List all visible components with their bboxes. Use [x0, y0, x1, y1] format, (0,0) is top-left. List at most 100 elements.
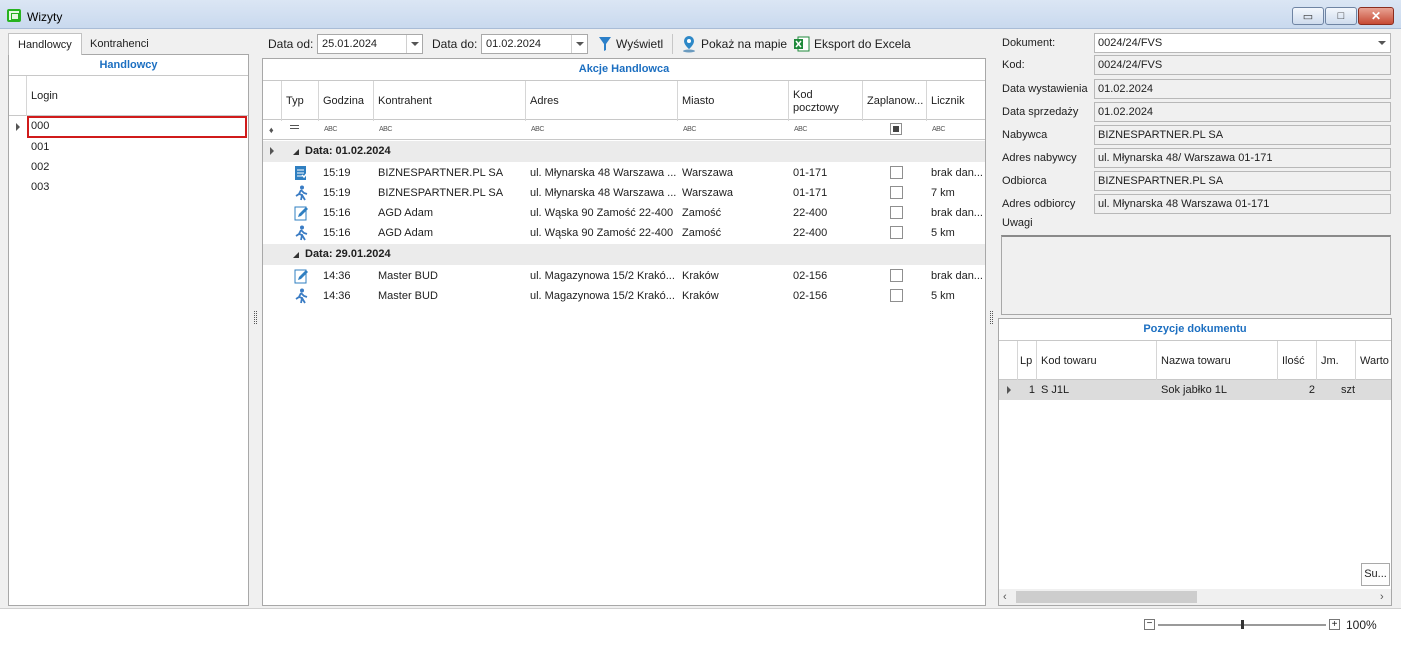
column-header-zaplanowana[interactable]: Zaplanow... [863, 81, 927, 121]
column-header-wartosc[interactable]: Warto [1356, 341, 1391, 381]
column-header-licznik[interactable]: Licznik [927, 81, 985, 121]
column-header-ilosc[interactable]: Ilość [1278, 341, 1317, 381]
chevron-down-icon[interactable] [406, 35, 422, 53]
checkbox-filter[interactable] [890, 123, 902, 135]
table-row[interactable]: 14:36 Master BUD ul. Magazynowa 15/2 Krakó… [263, 266, 985, 286]
cell-lp: 1 [1028, 384, 1035, 396]
planned-checkbox[interactable] [890, 226, 903, 239]
left-splitter[interactable] [254, 311, 257, 324]
close-button[interactable]: ✕ [1358, 7, 1394, 25]
row-indicator-column [999, 341, 1018, 381]
zoom-in-button[interactable]: + [1329, 619, 1340, 630]
field-label: Nabywca [1002, 129, 1048, 141]
date-to-field[interactable]: 01.02.2024 [481, 34, 588, 54]
field-value: ul. Młynarska 48 Warszawa 01-171 [1098, 198, 1270, 210]
column-header-typ[interactable]: Typ [282, 81, 319, 121]
current-row-icon [1007, 386, 1011, 394]
maximize-button[interactable]: □ [1325, 7, 1357, 25]
group-row[interactable]: Data: 29.01.2024 [263, 244, 985, 265]
selected-cell[interactable] [27, 116, 247, 138]
column-header-kod-pocztowy[interactable]: Kod pocztowy [789, 81, 863, 121]
zoom-slider-thumb[interactable] [1241, 620, 1244, 629]
text-filter-icon[interactable]: ABC [683, 126, 696, 133]
column-header-kod-towaru[interactable]: Kod towaru [1037, 341, 1157, 381]
table-row[interactable]: 14:36 Master BUD ul. Magazynowa 15/2 Krakó… [263, 286, 985, 306]
field-value: BIZNESPARTNER.PL SA [1098, 175, 1224, 187]
cell-ilosc: 2 [1308, 384, 1315, 396]
cell-kontrahent: AGD Adam [378, 227, 434, 239]
column-header-godzina[interactable]: Godzina [319, 81, 374, 121]
list-item[interactable]: 000 [9, 116, 248, 138]
planned-checkbox[interactable] [890, 289, 903, 302]
planned-checkbox[interactable] [890, 186, 903, 199]
text-filter-icon[interactable]: ABC [379, 126, 392, 133]
cell-licznik: 7 km [931, 187, 955, 199]
collapse-icon[interactable] [293, 149, 299, 155]
list-item[interactable]: 001 [9, 137, 248, 157]
login-value: 000 [31, 120, 50, 132]
chevron-down-icon[interactable] [1374, 34, 1390, 52]
cell-miasto: Kraków [682, 270, 719, 282]
date-from-field[interactable]: 25.01.2024 [317, 34, 423, 54]
readonly-field: ul. Młynarska 48/ Warszawa 01-171 [1094, 148, 1391, 168]
table-row[interactable]: 15:16 AGD Adam ul. Wąska 90 Zamość 22-400 Z… [263, 203, 985, 223]
column-header-login[interactable]: Login [31, 90, 58, 102]
minimize-button[interactable]: ▭ [1292, 7, 1324, 25]
column-header-kontrahent[interactable]: Kontrahent [374, 81, 526, 121]
table-row[interactable]: 15:19 BIZNESPARTNER.PL SA ul. Młynarska 48… [263, 183, 985, 203]
planned-checkbox[interactable] [890, 166, 903, 179]
scroll-right-icon[interactable]: › [1380, 591, 1384, 603]
edit-document-icon [294, 205, 308, 224]
zoom-out-button[interactable]: − [1144, 619, 1155, 630]
planned-checkbox[interactable] [890, 269, 903, 282]
show-on-map-button[interactable]: Pokaż na mapie [681, 35, 787, 53]
edit-document-icon [294, 268, 308, 287]
show-button[interactable]: Wyświetl [598, 35, 663, 53]
filter-row[interactable]: ♦ ABC ABC ABC ABC ABC ABC [263, 120, 985, 140]
document-select[interactable]: 0024/24/FVS [1094, 33, 1391, 53]
date-from-value: 25.01.2024 [322, 38, 378, 50]
tab-handlowcy[interactable]: Handlowcy [8, 33, 82, 55]
horizontal-scrollbar[interactable]: ‹ › [999, 589, 1391, 605]
zoom-slider[interactable] [1158, 620, 1326, 629]
text-filter-icon[interactable]: ABC [794, 126, 807, 133]
filter-icon [599, 37, 611, 51]
column-label: Jm. [1321, 355, 1339, 367]
list-item[interactable]: 002 [9, 157, 248, 177]
expand-icon[interactable] [270, 147, 274, 155]
collapse-icon[interactable] [293, 252, 299, 258]
scroll-left-icon[interactable]: ‹ [1003, 591, 1007, 603]
field-label: Data sprzedaży [1002, 106, 1079, 118]
cell-kod-pocztowy: 22-400 [793, 207, 828, 219]
group-row[interactable]: Data: 01.02.2024 [263, 141, 985, 162]
column-header-lp[interactable]: Lp [1018, 341, 1037, 381]
list-item[interactable]: 003 [9, 177, 248, 197]
column-header-adres[interactable]: Adres [526, 81, 678, 121]
column-header-nazwa-towaru[interactable]: Nazwa towaru [1157, 341, 1278, 381]
status-bar: − + 100% [0, 608, 1401, 645]
column-header-jm[interactable]: Jm. [1317, 341, 1356, 381]
readonly-field: 01.02.2024 [1094, 102, 1391, 122]
text-filter-icon[interactable]: ABC [932, 126, 945, 133]
notes-field[interactable] [1001, 235, 1391, 315]
table-row[interactable]: 15:16 AGD Adam ul. Wąska 90 Zamość 22-400 Z… [263, 223, 985, 243]
column-header-miasto[interactable]: Miasto [678, 81, 789, 121]
text-filter-icon[interactable]: ABC [324, 126, 337, 133]
field-label: Odbiorca [1002, 175, 1047, 187]
field-label: Adres odbiorcy [1002, 198, 1076, 210]
field-value: 01.02.2024 [1098, 83, 1154, 95]
table-row[interactable]: 15:19 BIZNESPARTNER.PL SA ul. Młynarska 48… [263, 163, 985, 183]
sum-button[interactable]: Su... [1361, 563, 1390, 586]
right-splitter[interactable] [990, 311, 993, 324]
scrollbar-thumb[interactable] [1016, 591, 1197, 603]
tab-kontrahenci[interactable]: Kontrahenci [81, 33, 158, 54]
table-row[interactable]: 1 S J1L Sok jabłko 1L 2 szt [999, 380, 1391, 400]
column-label: Kontrahent [378, 95, 432, 107]
planned-checkbox[interactable] [890, 206, 903, 219]
text-filter-icon[interactable]: ABC [531, 126, 544, 133]
date-from-label: Data od: [268, 37, 314, 51]
export-excel-button[interactable]: Eksport do Excela [793, 35, 911, 53]
login-value: 002 [31, 161, 50, 173]
chevron-down-icon[interactable] [571, 35, 587, 53]
export-excel-label: Eksport do Excela [814, 37, 911, 51]
